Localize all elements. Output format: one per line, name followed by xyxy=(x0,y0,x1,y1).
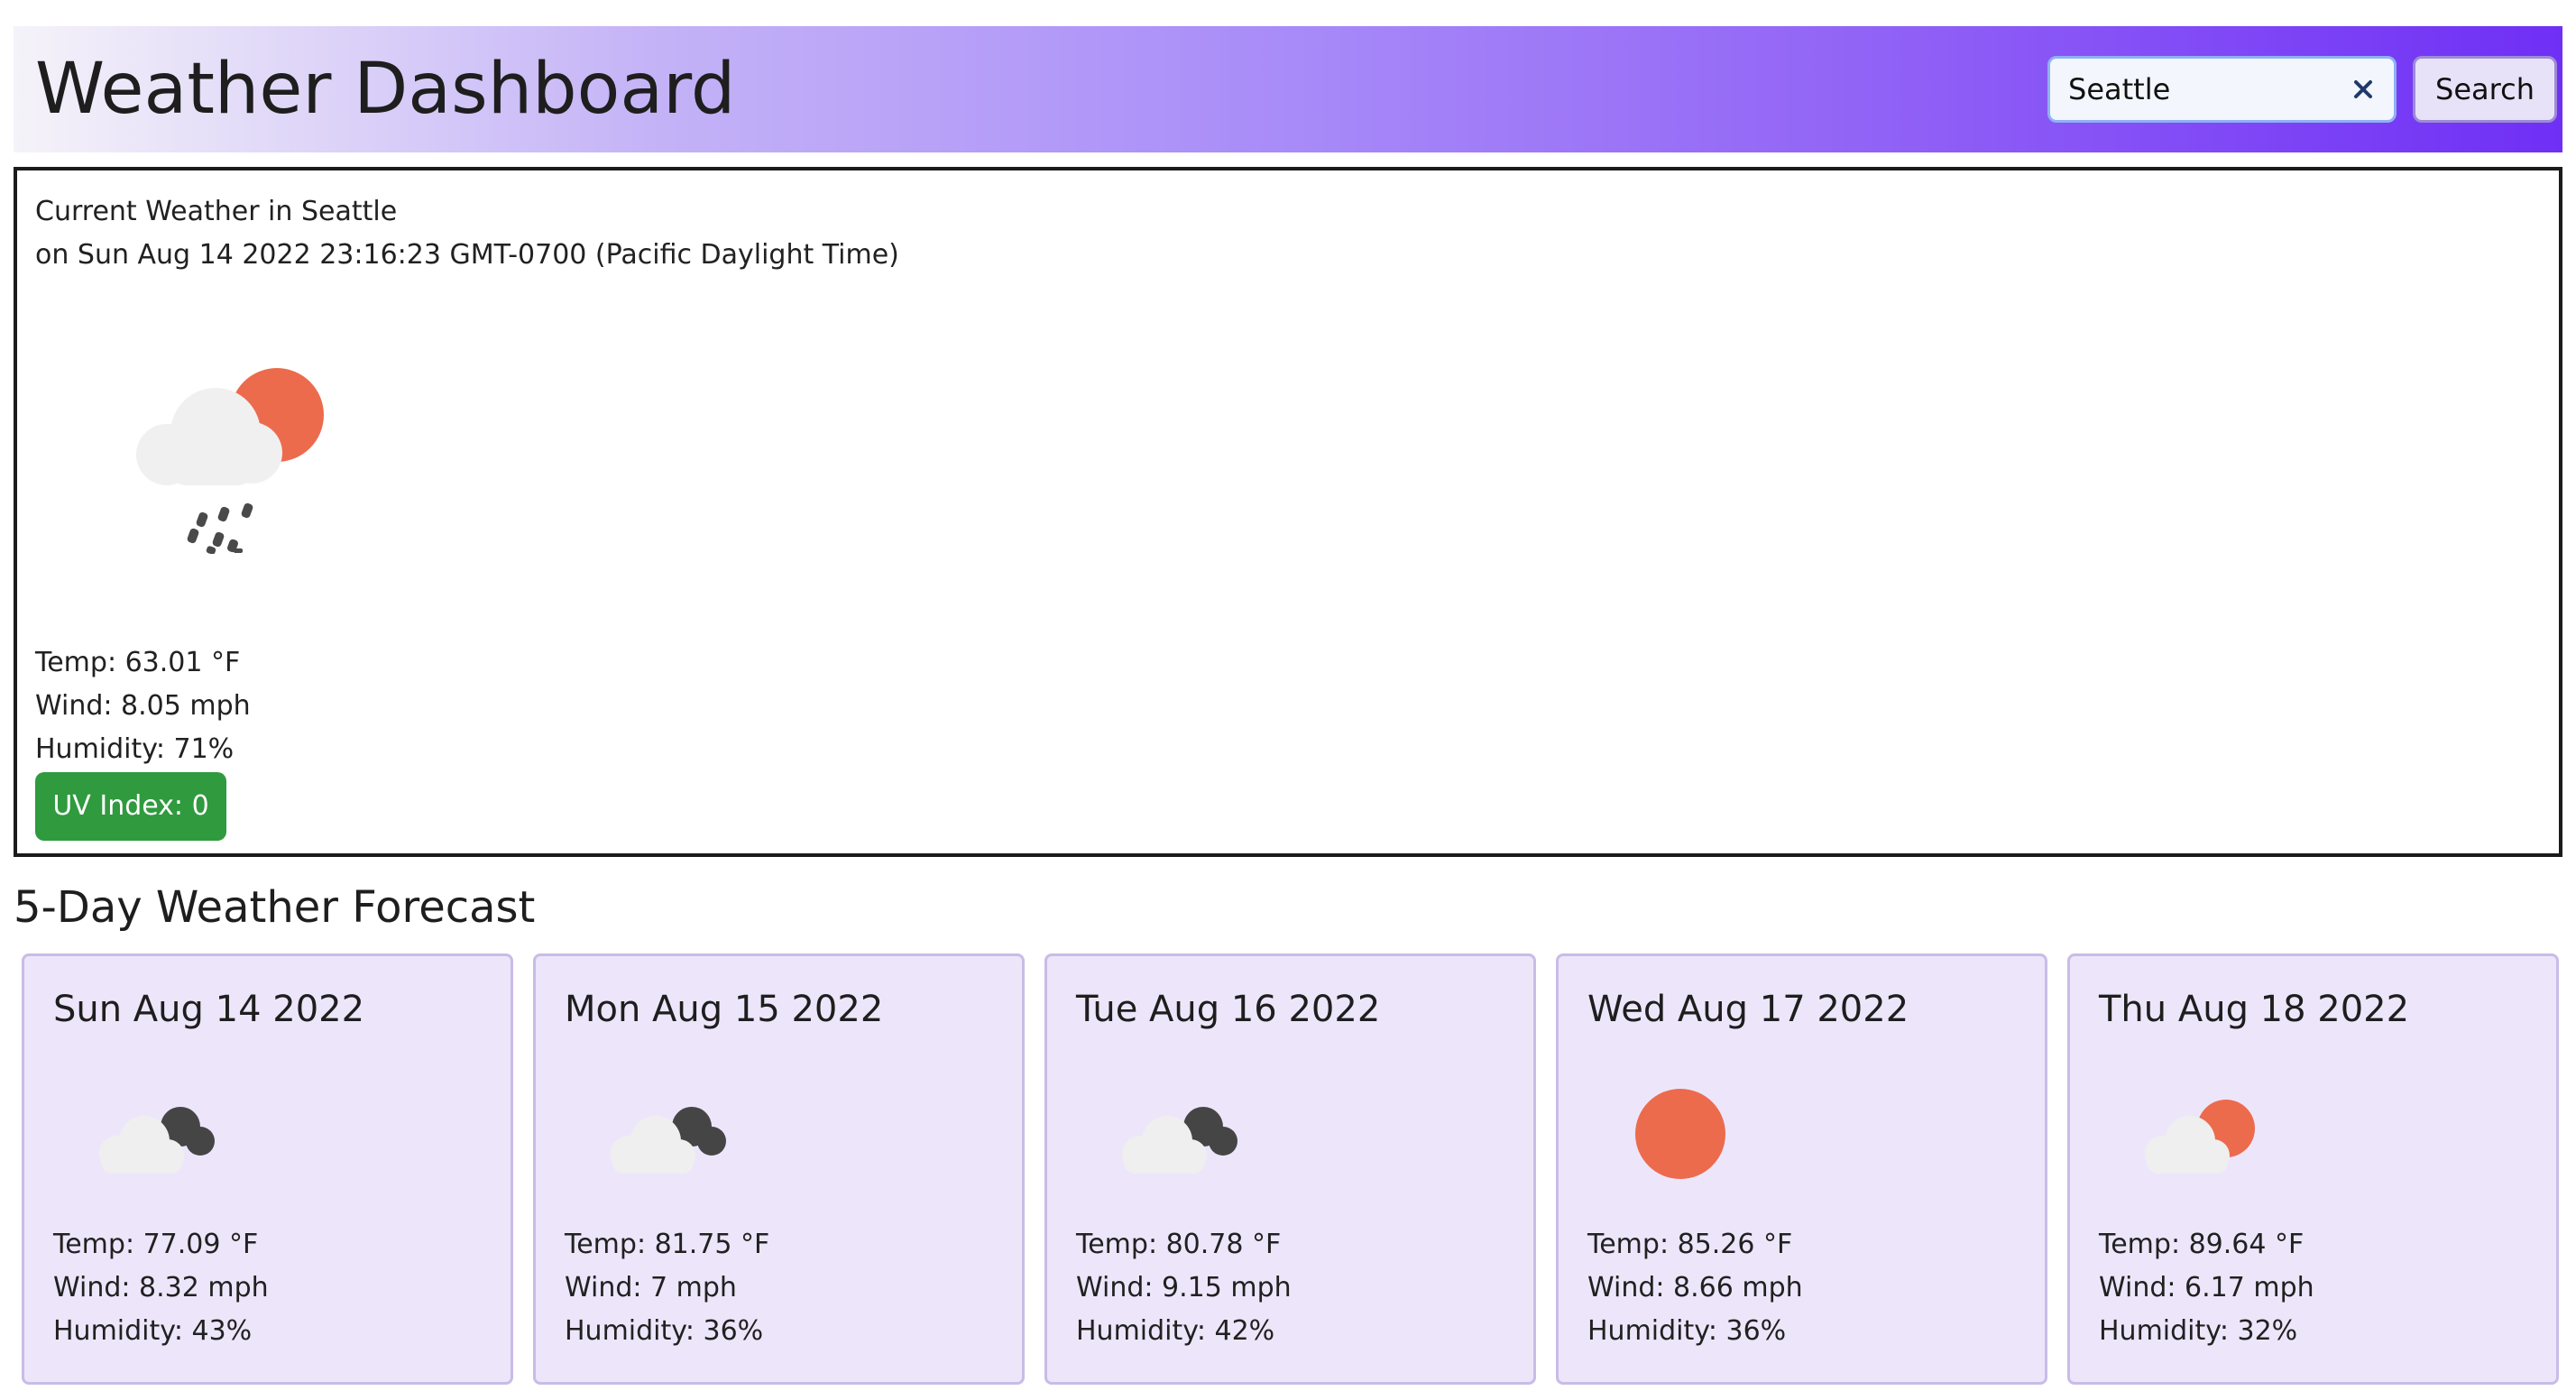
forecast-humidity: Humidity: 36% xyxy=(565,1315,764,1347)
current-temp: Temp: 63.01 °F xyxy=(35,647,241,678)
forecast-wind: Wind: 8.32 mph xyxy=(53,1272,269,1303)
forecast-wind: Wind: 8.66 mph xyxy=(1587,1272,1803,1303)
forecast-temp: Temp: 81.75 °F xyxy=(565,1229,770,1260)
current-wind: Wind: 8.05 mph xyxy=(35,690,251,722)
broken-clouds-icon xyxy=(611,1107,726,1174)
forecast-card: Sun Aug 14 2022 Temp: 77.09 °F Wind: 8.3… xyxy=(22,953,513,1385)
forecast-date: Mon Aug 15 2022 xyxy=(565,989,884,1030)
clear-sky-icon xyxy=(1635,1089,1725,1179)
forecast-date: Sun Aug 14 2022 xyxy=(53,989,365,1030)
forecast-humidity: Humidity: 32% xyxy=(2099,1315,2298,1347)
forecast-card: Mon Aug 15 2022 Temp: 81.75 °F Wind: 7 m… xyxy=(533,953,1025,1385)
header-bar: Weather Dashboard Search xyxy=(14,26,2562,152)
broken-clouds-icon xyxy=(99,1107,215,1174)
forecast-wind: Wind: 7 mph xyxy=(565,1272,737,1303)
search-input[interactable] xyxy=(2068,59,2330,120)
rain-sun-icon xyxy=(136,368,324,554)
forecast-date: Wed Aug 17 2022 xyxy=(1587,989,1909,1030)
forecast-card: Tue Aug 16 2022 Temp: 80.78 °F Wind: 9.1… xyxy=(1044,953,1536,1385)
forecast-temp: Temp: 85.26 °F xyxy=(1587,1229,1793,1260)
forecast-card: Wed Aug 17 2022 Temp: 85.26 °F Wind: 8.6… xyxy=(1556,953,2047,1385)
forecast-humidity: Humidity: 42% xyxy=(1076,1315,1275,1347)
forecast-humidity: Humidity: 43% xyxy=(53,1315,253,1347)
broken-clouds-icon xyxy=(1122,1107,1237,1174)
forecast-humidity: Humidity: 36% xyxy=(1587,1315,1787,1347)
page-title: Weather Dashboard xyxy=(35,49,736,130)
forecast-temp: Temp: 89.64 °F xyxy=(2099,1229,2305,1260)
forecast-temp: Temp: 80.78 °F xyxy=(1076,1229,1282,1260)
current-weather-title: Current Weather in Seattle xyxy=(35,196,398,227)
uv-index-badge: UV Index: 0 xyxy=(35,772,226,841)
search-box[interactable] xyxy=(2047,56,2397,123)
clear-icon[interactable] xyxy=(2352,78,2374,100)
forecast-title: 5-Day Weather Forecast xyxy=(14,882,536,933)
forecast-date: Thu Aug 18 2022 xyxy=(2099,989,2410,1030)
few-clouds-icon xyxy=(2145,1100,2255,1174)
forecast-date: Tue Aug 16 2022 xyxy=(1076,989,1381,1030)
weather-dashboard-page: Weather Dashboard Search Current Weather… xyxy=(0,0,2576,1400)
forecast-wind: Wind: 9.15 mph xyxy=(1076,1272,1292,1303)
forecast-card: Thu Aug 18 2022 Temp: 89.64 °F Wind: 6.1… xyxy=(2067,953,2559,1385)
search-button[interactable]: Search xyxy=(2413,56,2557,123)
forecast-wind: Wind: 6.17 mph xyxy=(2099,1272,2314,1303)
current-weather-date: on Sun Aug 14 2022 23:16:23 GMT-0700 (Pa… xyxy=(35,239,899,271)
forecast-temp: Temp: 77.09 °F xyxy=(53,1229,259,1260)
current-weather-panel: Current Weather in Seattle on Sun Aug 14… xyxy=(14,167,2562,857)
current-humidity: Humidity: 71% xyxy=(35,733,235,765)
